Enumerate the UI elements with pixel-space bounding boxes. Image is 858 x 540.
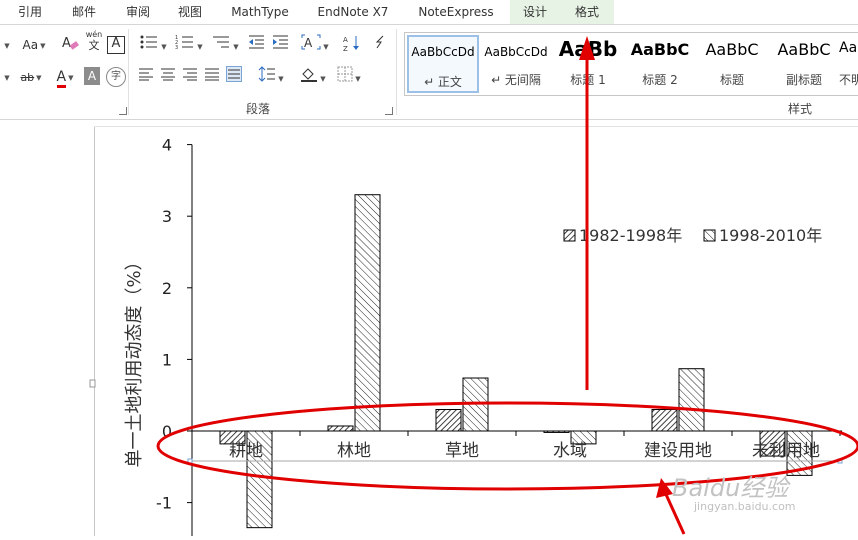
- watermark-logo: Baidu经验: [672, 474, 789, 502]
- selection-handle[interactable]: [187, 458, 193, 464]
- y-tick-label: 3: [162, 207, 172, 226]
- selection-handle[interactable]: [837, 458, 843, 464]
- x-category-label: 建设用地: [644, 441, 712, 461]
- bar-series-1: [327, 425, 354, 432]
- bar-series-1: [435, 409, 462, 432]
- watermark-url: jingyan.baidu.com: [694, 500, 796, 513]
- bar-series-2: [678, 368, 705, 432]
- bar-series-1: [651, 409, 678, 432]
- y-tick-label: 2: [162, 279, 172, 298]
- chart[interactable]: 4 3 2 1 0 -1 单一土地利用动态度（%） 耕地 林地 草地 水域 建设用地 未利用地 198…: [0, 0, 858, 536]
- x-category-label: 耕地: [229, 441, 263, 461]
- legend-swatch: [563, 229, 576, 242]
- y-tick-label: 0: [162, 422, 172, 441]
- legend-swatch: [703, 229, 716, 242]
- bar-series-2: [354, 194, 381, 432]
- x-category-label: 水域: [553, 441, 587, 461]
- x-category-label: 未利用地: [752, 441, 820, 461]
- legend-label: 1982-1998年: [579, 226, 682, 245]
- bar-series-1: [543, 430, 570, 433]
- watermark: Baidu经验 jingyan.baidu.com: [672, 468, 842, 518]
- legend-label: 1998-2010年: [719, 226, 822, 245]
- y-tick-label: -1: [156, 494, 172, 513]
- chart-legend: 1982-1998年 1998-2010年: [563, 226, 822, 245]
- chart-svg: 4 3 2 1 0 -1 单一土地利用动态度（%） 耕地 林地 草地 水域 建设用地 未利用地 198…: [89, 136, 843, 536]
- y-axis-title: 单一土地利用动态度（%）: [124, 252, 145, 467]
- bar-series-2: [462, 377, 489, 432]
- x-category-label: 林地: [337, 441, 371, 461]
- y-tick-label: 4: [162, 136, 172, 155]
- y-tick-label: 1: [162, 350, 172, 369]
- chart-resize-handle[interactable]: [89, 379, 96, 388]
- x-category-label: 草地: [445, 441, 479, 461]
